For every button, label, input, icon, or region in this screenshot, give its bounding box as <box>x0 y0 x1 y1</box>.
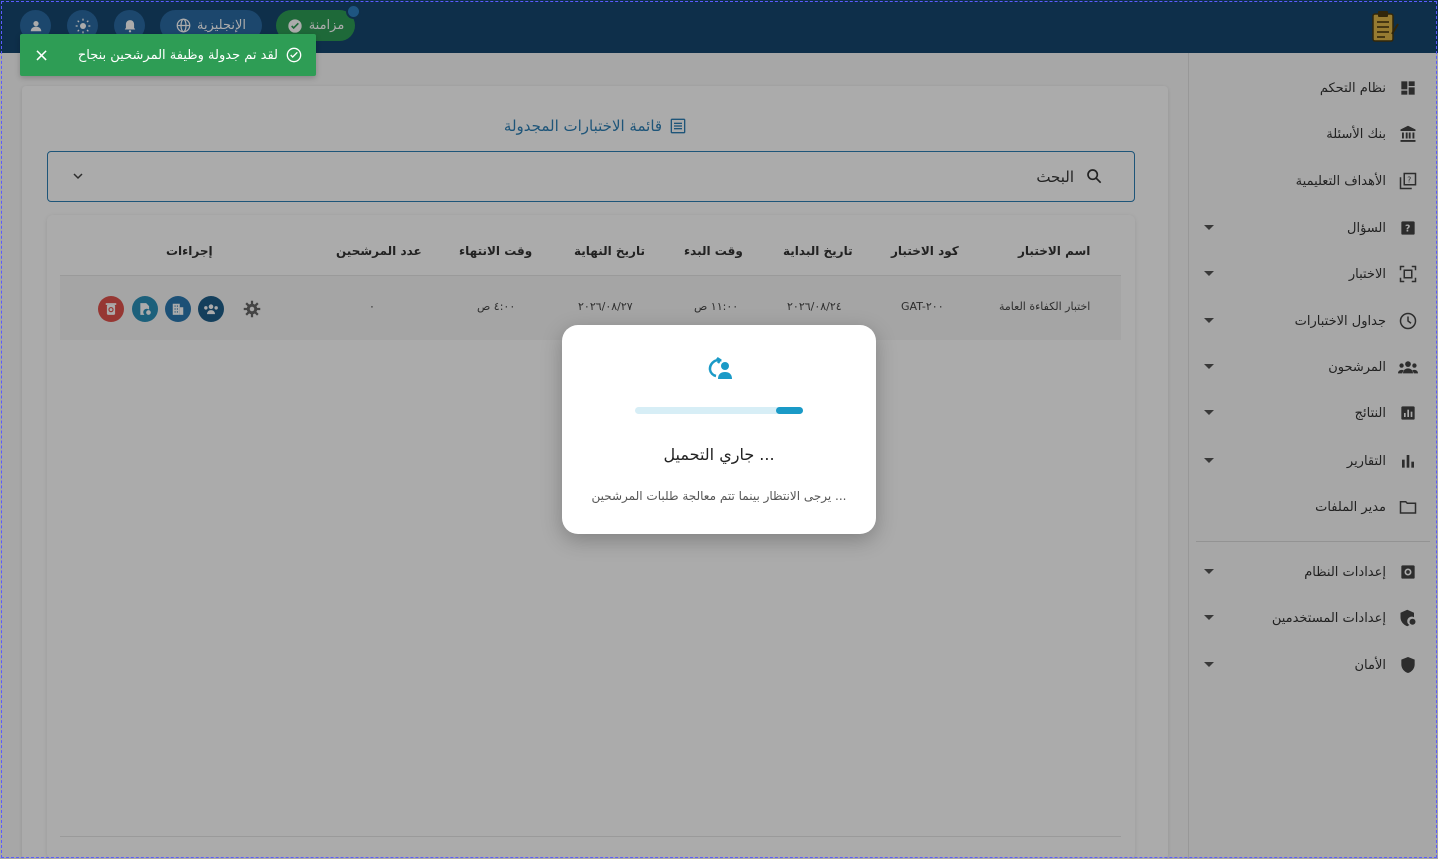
toast-message: لقد تم جدولة وظيفة المرشحين بنجاح <box>77 47 278 63</box>
loading-title: جاري التحميل ... <box>663 445 775 464</box>
success-toast: × لقد تم جدولة وظيفة المرشحين بنجاح <box>20 34 316 76</box>
check-circle-icon <box>286 47 302 63</box>
loading-dialog: جاري التحميل ... يرجى الانتظار بينما تتم… <box>562 325 876 534</box>
loading-subtitle: يرجى الانتظار بينما تتم معالجة طلبات الم… <box>591 489 847 503</box>
loading-progress-bar <box>635 407 803 414</box>
sync-user-icon <box>708 356 732 379</box>
loading-progress-fill <box>776 407 803 414</box>
toast-close-button[interactable]: × <box>34 45 49 66</box>
